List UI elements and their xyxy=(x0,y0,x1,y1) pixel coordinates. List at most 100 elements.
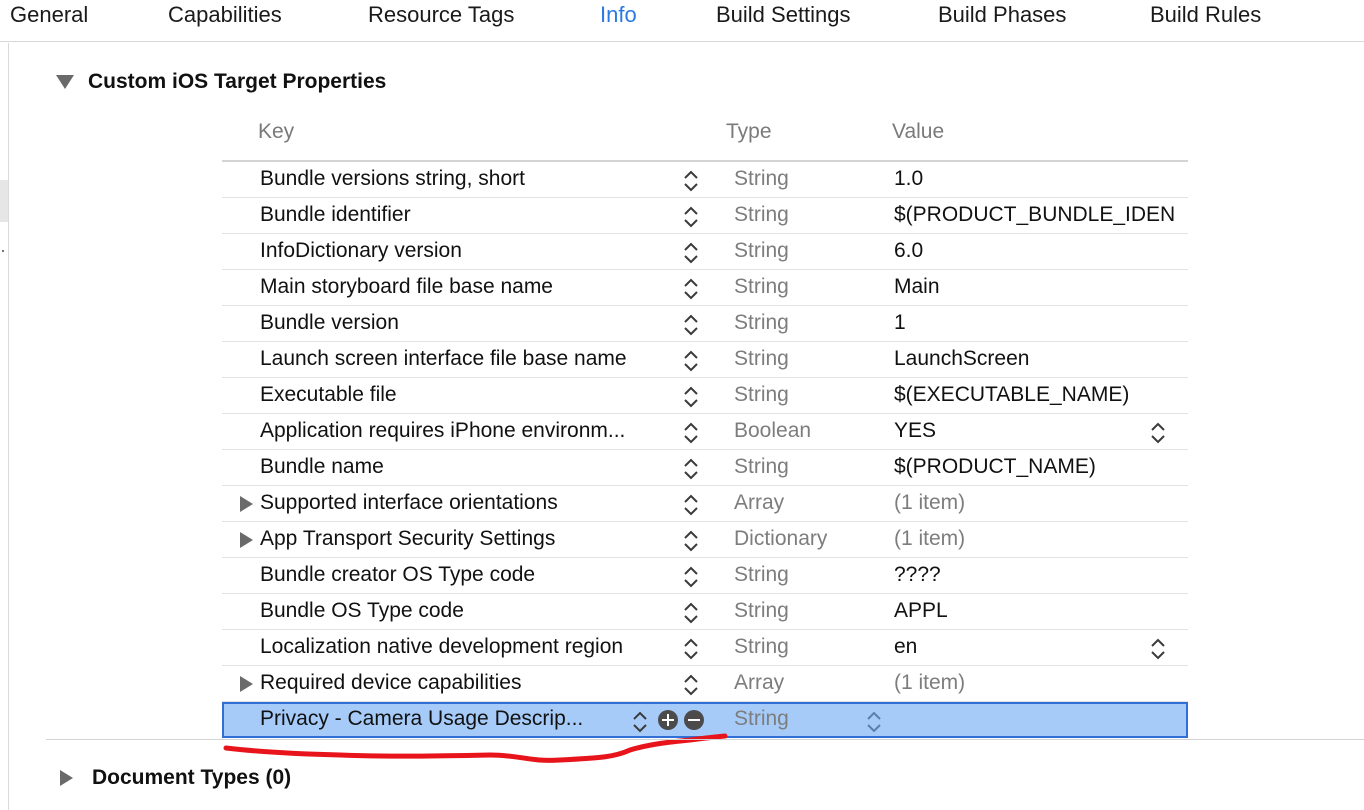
row-key: Launch screen interface file base name xyxy=(260,347,627,370)
table-row[interactable]: Main storyboard file base name String Ma… xyxy=(222,270,1188,306)
table-row[interactable]: Bundle versions string, short String 1.0 xyxy=(222,162,1188,198)
plus-circle-icon[interactable] xyxy=(658,710,678,730)
table-row[interactable]: InfoDictionary version String 6.0 xyxy=(222,234,1188,270)
tab-build-settings[interactable]: Build Settings xyxy=(716,2,851,28)
section-title: Custom iOS Target Properties xyxy=(88,70,387,93)
stepper-arrows-icon[interactable] xyxy=(632,709,648,735)
row-key: Bundle OS Type code xyxy=(260,599,464,622)
stepper-arrows-icon[interactable] xyxy=(683,276,699,302)
table-row[interactable]: App Transport Security Settings Dictiona… xyxy=(222,522,1188,558)
row-key: InfoDictionary version xyxy=(260,239,462,262)
table-row[interactable]: Application requires iPhone environm... … xyxy=(222,414,1188,450)
row-value[interactable]: 6.0 xyxy=(894,239,1186,263)
stepper-arrows-icon[interactable] xyxy=(683,312,699,338)
table-row[interactable]: Bundle version String 1 xyxy=(222,306,1188,342)
stepper-arrows-icon[interactable] xyxy=(683,240,699,266)
row-key: Main storyboard file base name xyxy=(260,275,553,298)
table-row[interactable]: Supported interface orientations Array (… xyxy=(222,486,1188,522)
row-type: String xyxy=(734,275,789,298)
disclosure-triangle-icon[interactable] xyxy=(240,532,253,548)
table-row[interactable]: Bundle name String $(PRODUCT_NAME) xyxy=(222,450,1188,486)
stepper-arrows-icon[interactable] xyxy=(683,672,699,698)
section-divider xyxy=(46,739,1364,740)
row-key: Required device capabilities xyxy=(260,671,522,694)
table-row[interactable]: Required device capabilities Array (1 it… xyxy=(222,666,1188,702)
column-header-value[interactable]: Value xyxy=(892,120,944,144)
properties-table: Key Type Value Bundle versions string, s… xyxy=(222,110,1188,738)
tab-build-rules[interactable]: Build Rules xyxy=(1150,2,1261,28)
stepper-arrows-icon[interactable] xyxy=(683,348,699,374)
tab-capabilities[interactable]: Capabilities xyxy=(168,2,282,28)
row-key[interactable]: Privacy - Camera Usage Descrip... xyxy=(260,707,620,731)
table-row[interactable]: Launch screen interface file base name S… xyxy=(222,342,1188,378)
row-type: Boolean xyxy=(734,419,812,442)
table-row[interactable]: Executable file String $(EXECUTABLE_NAME… xyxy=(222,378,1188,414)
gutter-dot xyxy=(2,250,4,252)
value-stepper-arrows-icon[interactable] xyxy=(1150,420,1166,446)
stepper-arrows-icon[interactable] xyxy=(683,384,699,410)
row-value[interactable]: LaunchScreen xyxy=(894,347,1186,371)
tab-info[interactable]: Info xyxy=(600,2,637,28)
stepper-arrows-icon[interactable] xyxy=(683,168,699,194)
tab-build-phases[interactable]: Build Phases xyxy=(938,2,1066,28)
column-header-key[interactable]: Key xyxy=(258,120,294,144)
row-type: String xyxy=(734,167,789,190)
table-row[interactable]: Bundle creator OS Type code String ???? xyxy=(222,558,1188,594)
table-row-selected[interactable]: Privacy - Camera Usage Descrip... String xyxy=(222,702,1188,738)
row-type: String xyxy=(734,311,789,334)
stepper-arrows-icon[interactable] xyxy=(683,420,699,446)
document-types-section-header[interactable]: Document Types (0) xyxy=(56,764,291,792)
row-key: Bundle creator OS Type code xyxy=(260,563,536,586)
row-type: String xyxy=(734,203,789,226)
row-key: Bundle versions string, short xyxy=(260,167,525,190)
row-type: String xyxy=(734,455,789,478)
row-value[interactable]: Main xyxy=(894,275,1186,299)
value-stepper-arrows-icon[interactable] xyxy=(1150,636,1166,662)
row-type: String xyxy=(734,383,789,406)
stepper-arrows-icon[interactable] xyxy=(683,564,699,590)
row-key: Executable file xyxy=(260,383,397,406)
stepper-arrows-icon[interactable] xyxy=(683,600,699,626)
table-row[interactable]: Bundle identifier String $(PRODUCT_BUNDL… xyxy=(222,198,1188,234)
row-key: Bundle version xyxy=(260,311,399,334)
row-value[interactable]: $(PRODUCT_BUNDLE_IDEN xyxy=(894,203,1186,227)
row-value[interactable]: 1.0 xyxy=(894,167,1186,191)
row-type: Array xyxy=(734,491,785,514)
tab-general[interactable]: General xyxy=(10,2,88,28)
type-stepper-arrows-icon[interactable] xyxy=(866,709,882,735)
section-title: Document Types (0) xyxy=(92,766,292,789)
row-type[interactable]: String xyxy=(734,707,789,731)
custom-properties-section-header[interactable]: Custom iOS Target Properties xyxy=(56,68,386,96)
table-row[interactable]: Localization native development region S… xyxy=(222,630,1188,666)
row-key: Bundle identifier xyxy=(260,203,411,226)
row-key: Localization native development region xyxy=(260,635,624,658)
row-value[interactable]: ???? xyxy=(894,563,1186,587)
row-type: String xyxy=(734,347,789,370)
disclosure-triangle-icon[interactable] xyxy=(56,75,74,89)
disclosure-triangle-icon[interactable] xyxy=(240,496,253,512)
minus-circle-icon[interactable] xyxy=(684,710,704,730)
row-value[interactable]: 1 xyxy=(894,311,1186,335)
column-header-type[interactable]: Type xyxy=(726,120,772,144)
row-value[interactable]: $(PRODUCT_NAME) xyxy=(894,455,1186,479)
row-type: String xyxy=(734,239,789,262)
row-value[interactable]: $(EXECUTABLE_NAME) xyxy=(894,383,1186,407)
row-value[interactable]: APPL xyxy=(894,599,1186,623)
row-key: Application requires iPhone environm... xyxy=(260,419,626,442)
row-value[interactable]: YES xyxy=(894,419,1186,443)
disclosure-triangle-icon[interactable] xyxy=(60,770,73,786)
tab-resource-tags[interactable]: Resource Tags xyxy=(368,2,514,28)
row-value[interactable]: en xyxy=(894,635,1186,659)
row-key: Supported interface orientations xyxy=(260,491,558,514)
editor-tab-bar: General Capabilities Resource Tags Info … xyxy=(0,0,1364,42)
stepper-arrows-icon[interactable] xyxy=(683,492,699,518)
table-row[interactable]: Bundle OS Type code String APPL xyxy=(222,594,1188,630)
stepper-arrows-icon[interactable] xyxy=(683,528,699,554)
row-type: String xyxy=(734,599,789,622)
stepper-arrows-icon[interactable] xyxy=(683,636,699,662)
row-key: Bundle name xyxy=(260,455,384,478)
disclosure-triangle-icon[interactable] xyxy=(240,676,253,692)
stepper-arrows-icon[interactable] xyxy=(683,204,699,230)
row-value: (1 item) xyxy=(894,671,966,694)
stepper-arrows-icon[interactable] xyxy=(683,456,699,482)
